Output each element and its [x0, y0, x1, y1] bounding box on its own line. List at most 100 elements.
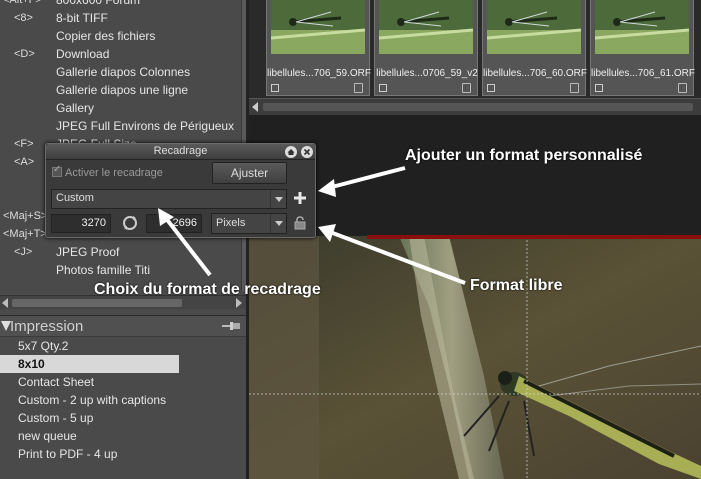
print-queue-label: 5x7 Qty.2	[18, 339, 69, 353]
image-viewer[interactable]	[249, 236, 701, 479]
adjust-button[interactable]: Ajuster	[212, 162, 287, 184]
rotate-icon[interactable]	[595, 84, 603, 92]
preset-list-item[interactable]: <8> 8-bit TIFF	[0, 9, 241, 27]
swap-icon[interactable]	[121, 214, 139, 232]
close-icon[interactable]	[300, 145, 314, 159]
print-queue-label: Custom - 5 up	[18, 411, 94, 425]
preset-label: 800x600 Forum	[56, 0, 141, 7]
preset-list-item[interactable]: <D> Download	[0, 45, 241, 63]
preset-shortcut: <J>	[14, 246, 33, 258]
preset-label: Gallery	[56, 101, 95, 115]
preset-label: Copier des fichiers	[56, 29, 156, 43]
scroll-right-arrow-icon[interactable]	[236, 298, 242, 308]
print-queue-label: 8x10	[18, 357, 45, 371]
preset-shortcut: <D>	[14, 48, 35, 60]
preset-list-item[interactable]: JPEG Full Environs de Périgueux	[0, 117, 241, 135]
print-queue-label: new queue	[18, 429, 77, 443]
scroll-left-arrow-icon[interactable]	[2, 298, 8, 308]
preset-list-item[interactable]: Gallerie diapos Colonnes	[0, 63, 241, 81]
rotate-icon[interactable]	[487, 84, 495, 92]
preset-shortcut: <A>	[14, 156, 35, 168]
thumbnail-filename: libellules...706_59.ORF	[267, 68, 371, 79]
crop-format-value: Custom	[56, 192, 94, 204]
filmstrip-thumbnail[interactable]: libellules...0706_59_v2	[374, 0, 478, 96]
thumbnail-image	[271, 0, 365, 54]
print-queue-label: Contact Sheet	[18, 375, 95, 389]
print-queue-label: Print to PDF - 4 up	[18, 447, 118, 461]
edit-file-icon[interactable]	[678, 83, 687, 93]
preset-label: Gallerie diapos Colonnes	[56, 65, 191, 79]
crop-dialog: Recadrage Activer le recadrage Ajuster C…	[45, 143, 316, 238]
lock-open-icon[interactable]	[294, 216, 306, 230]
edit-file-icon[interactable]	[570, 83, 579, 93]
preset-label: JPEG Full Environs de Périgueux	[56, 119, 235, 133]
print-queue-item[interactable]: 5x7 Qty.2	[0, 337, 246, 355]
annotation-free-format: Format libre	[470, 277, 563, 294]
left-panel: <Alt+F> 800x600 Forum <8> 8-bit TIFF Copier …	[0, 0, 246, 479]
preset-shortcut: <Maj+S>	[3, 210, 48, 222]
filmstrip-scroll-left-icon[interactable]	[252, 102, 258, 112]
preset-label: 8-bit TIFF	[56, 11, 108, 25]
preset-shortcut: <Alt+F>	[3, 0, 42, 6]
preset-list-item[interactable]: Copier des fichiers	[0, 27, 241, 45]
thumbnail-image	[595, 0, 689, 54]
preset-shortcut: <8>	[14, 12, 33, 24]
filmstrip-scrollbar[interactable]	[249, 98, 701, 115]
preset-shortcut: <F>	[14, 138, 34, 150]
print-queue-item[interactable]: Contact Sheet	[0, 373, 246, 391]
crop-boundary-line[interactable]	[367, 235, 701, 239]
rotate-icon[interactable]	[379, 84, 387, 92]
enable-crop-label: Activer le recadrage	[65, 167, 163, 179]
edit-file-icon[interactable]	[462, 83, 471, 93]
annotation-choice-format: Choix du format de recadrage	[94, 281, 321, 298]
edit-file-icon[interactable]	[354, 83, 363, 93]
preset-label: Gallerie diapos une ligne	[56, 83, 189, 97]
enable-crop-checkbox[interactable]: Activer le recadrage	[52, 164, 163, 179]
crop-format-select[interactable]: Custom	[51, 189, 287, 209]
crop-unit-select[interactable]: Pixels	[211, 213, 287, 234]
print-queue-item[interactable]: Custom - 2 up with captions	[0, 391, 246, 409]
preset-label: JPEG Proof	[56, 245, 120, 259]
preset-shortcut: <Maj+T>	[3, 228, 47, 240]
dragonfly-photo	[249, 236, 701, 479]
thumbnail-image	[487, 0, 581, 54]
print-queue-item[interactable]: new queue	[0, 427, 246, 445]
filmstrip: libellules...706_59.ORF libellules...0706…	[249, 0, 701, 98]
filmstrip-thumbnail[interactable]: libellules...706_60.ORF	[482, 0, 587, 96]
preset-label: Photos famille Titi	[56, 263, 151, 277]
thumbnail-image	[379, 0, 473, 54]
preset-list-item[interactable]: Gallerie diapos une ligne	[0, 81, 241, 99]
thumbnail-filename: libellules...0706_59_v2	[376, 68, 478, 79]
viewer-top-area	[249, 115, 701, 235]
preset-list-item[interactable]: Photos famille Titi	[0, 261, 241, 279]
crop-height-input[interactable]: 2696	[146, 214, 202, 233]
checkbox-icon[interactable]	[52, 164, 62, 177]
plus-icon[interactable]	[292, 190, 308, 206]
pin-icon[interactable]	[222, 322, 240, 330]
print-queue-item[interactable]: Custom - 5 up	[0, 409, 246, 427]
home-icon[interactable]	[284, 145, 298, 159]
chevron-down-icon[interactable]	[270, 214, 286, 233]
filmstrip-thumbnail[interactable]: libellules...706_61.ORF	[590, 0, 695, 96]
annotation-custom-format: Ajouter un format personnalisé	[405, 147, 643, 164]
crop-dialog-title: Recadrage	[153, 145, 208, 157]
thumbnail-filename: libellules...706_60.ORF	[483, 68, 587, 79]
print-queue-item[interactable]: 8x10	[0, 355, 179, 373]
rotate-icon[interactable]	[271, 84, 279, 92]
preset-list-item[interactable]: <Alt+F> 800x600 Forum	[0, 0, 241, 9]
impression-title: Impression	[10, 318, 84, 335]
preset-label: Download	[56, 47, 110, 61]
impression-panel-header[interactable]: Impression	[0, 315, 246, 337]
crop-unit-value: Pixels	[216, 217, 246, 229]
thumbnail-filename: libellules...706_61.ORF	[591, 68, 695, 79]
print-queue-item[interactable]: Print to PDF - 4 up	[0, 445, 246, 463]
print-queue-label: Custom - 2 up with captions	[18, 393, 167, 407]
crop-dialog-titlebar[interactable]: Recadrage	[46, 144, 315, 160]
preset-list-item[interactable]: Gallery	[0, 99, 241, 117]
chevron-down-icon[interactable]	[270, 190, 286, 208]
crop-width-input[interactable]: 3270	[51, 214, 111, 233]
filmstrip-scroll-thumb[interactable]	[263, 103, 693, 111]
scroll-thumb[interactable]	[12, 299, 182, 307]
preset-list-item[interactable]: <J> JPEG Proof	[0, 243, 241, 261]
filmstrip-thumbnail[interactable]: libellules...706_59.ORF	[266, 0, 371, 96]
